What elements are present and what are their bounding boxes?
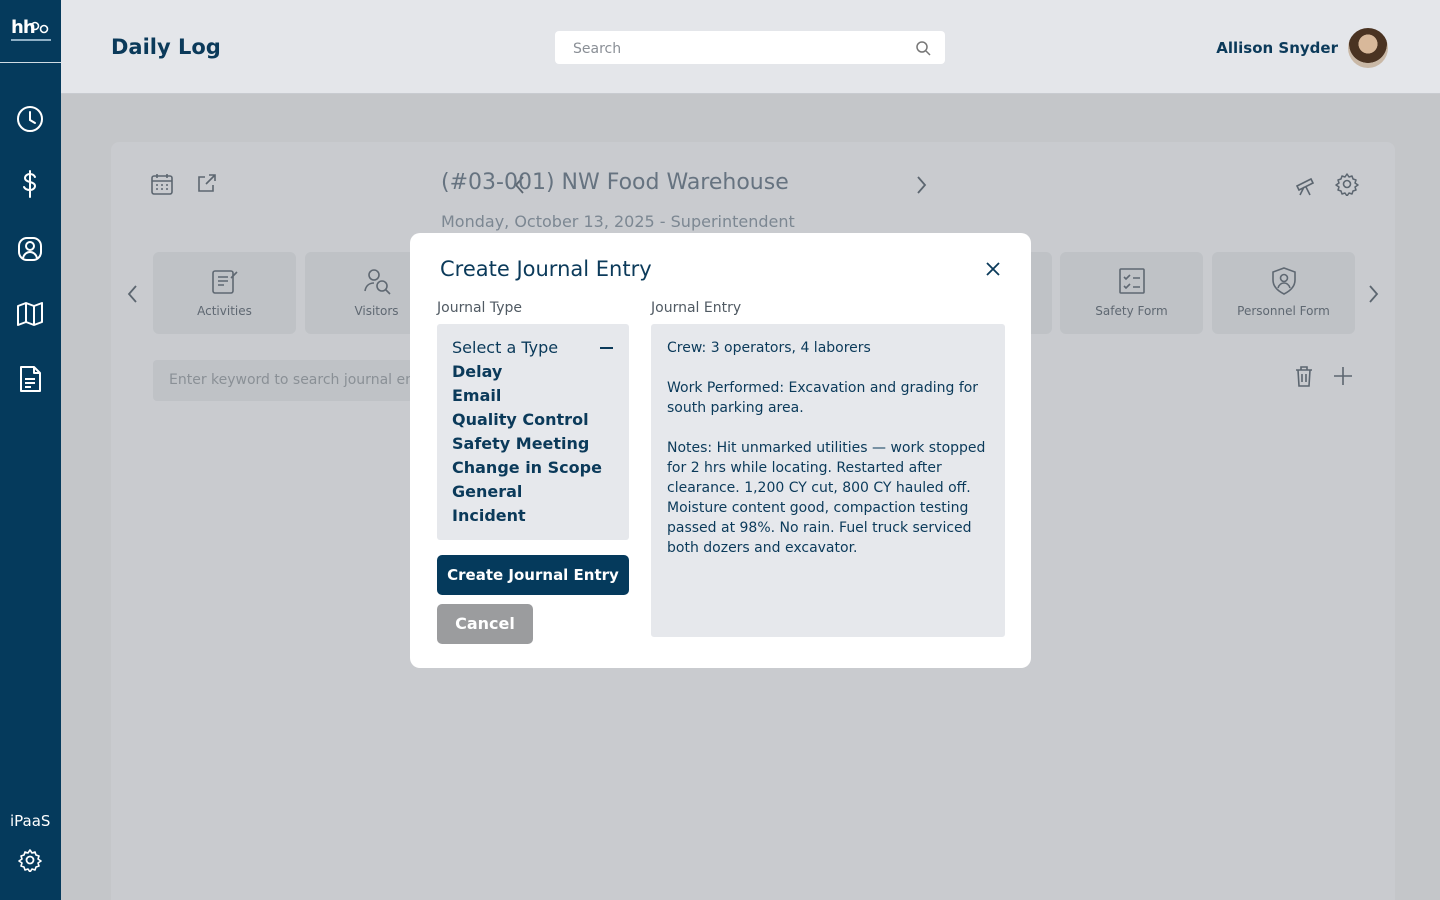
gear-icon[interactable] [18,848,42,872]
sidebar: hh iPaaS [0,0,61,900]
close-icon[interactable] [983,259,1003,279]
journal-search-input[interactable]: Enter keyword to search journal en [153,360,413,401]
tile-activities[interactable]: Activities [153,252,296,334]
top-bar: Daily Log Allison Snyder [61,0,1440,94]
settings-icon[interactable] [1335,172,1359,196]
type-option-delay[interactable]: Delay [452,362,502,381]
create-journal-entry-button[interactable]: Create Journal Entry [437,555,629,595]
type-select-placeholder[interactable]: Select a Type [452,338,558,357]
entry-paragraph: Crew: 3 operators, 4 laborers [667,340,871,356]
tile-safety-form[interactable]: Safety Form [1060,252,1203,334]
tiles-prev-icon[interactable] [121,282,145,306]
user-search-icon [363,269,391,295]
page-title: Daily Log [111,35,221,59]
map-icon[interactable] [14,298,46,330]
search-icon[interactable] [915,40,931,56]
collapse-icon[interactable] [600,347,613,349]
journal-entry-label: Journal Entry [651,300,742,316]
clipboard-edit-icon [211,270,238,294]
type-option-change-in-scope[interactable]: Change in Scope [452,458,602,477]
document-icon[interactable] [14,363,46,395]
entry-paragraph: Notes: Hit unmarked utilities — work sto… [667,440,986,556]
add-icon[interactable] [1331,364,1355,388]
entry-paragraph: Work Performed: Excavation and grading f… [667,380,979,416]
logo-underline [11,39,51,41]
type-option-safety-meeting[interactable]: Safety Meeting [452,434,589,453]
project-subtitle: Monday, October 13, 2025 - Superintenden… [441,212,795,231]
user-name[interactable]: Allison Snyder [1216,39,1338,57]
trash-icon[interactable] [1292,364,1316,388]
journal-type-select[interactable]: Select a Type Delay Email Quality Contro… [437,324,629,540]
share-icon[interactable] [195,171,219,195]
tile-label: Safety Form [1095,304,1168,318]
tile-label: Visitors [354,304,399,318]
type-option-general[interactable]: General [452,482,522,501]
tiles-next-icon[interactable] [1361,282,1385,306]
cancel-button[interactable]: Cancel [437,604,533,644]
ipaas-link[interactable]: iPaaS [10,812,50,830]
project-title: (#03-001) NW Food Warehouse [441,170,789,195]
shield-user-icon [1271,267,1296,295]
type-option-incident[interactable]: Incident [452,506,526,525]
search-input[interactable] [571,31,895,66]
clock-icon[interactable] [14,103,46,135]
modal-title: Create Journal Entry [440,257,652,281]
tile-label: Personnel Form [1237,304,1330,318]
checklist-icon [1118,268,1145,294]
chevron-right-icon[interactable] [909,173,933,197]
telescope-icon[interactable] [1294,173,1318,197]
avatar[interactable] [1348,28,1388,68]
type-option-quality-control[interactable]: Quality Control [452,410,589,429]
journal-entry-textarea[interactable]: Crew: 3 operators, 4 laborers Work Perfo… [651,324,1005,637]
type-option-email[interactable]: Email [452,386,501,405]
journal-type-label: Journal Type [437,300,523,316]
global-search[interactable] [555,31,945,66]
tile-label: Activities [197,304,252,318]
company-logo[interactable]: hh [0,0,61,63]
user-badge-icon[interactable] [14,233,46,265]
dollar-icon[interactable] [14,168,46,200]
logo-mark-icon [30,21,49,34]
calendar-icon[interactable] [150,172,174,196]
tile-personnel-form[interactable]: Personnel Form [1212,252,1355,334]
create-journal-entry-modal: Create Journal Entry Journal Type Journa… [410,233,1031,668]
